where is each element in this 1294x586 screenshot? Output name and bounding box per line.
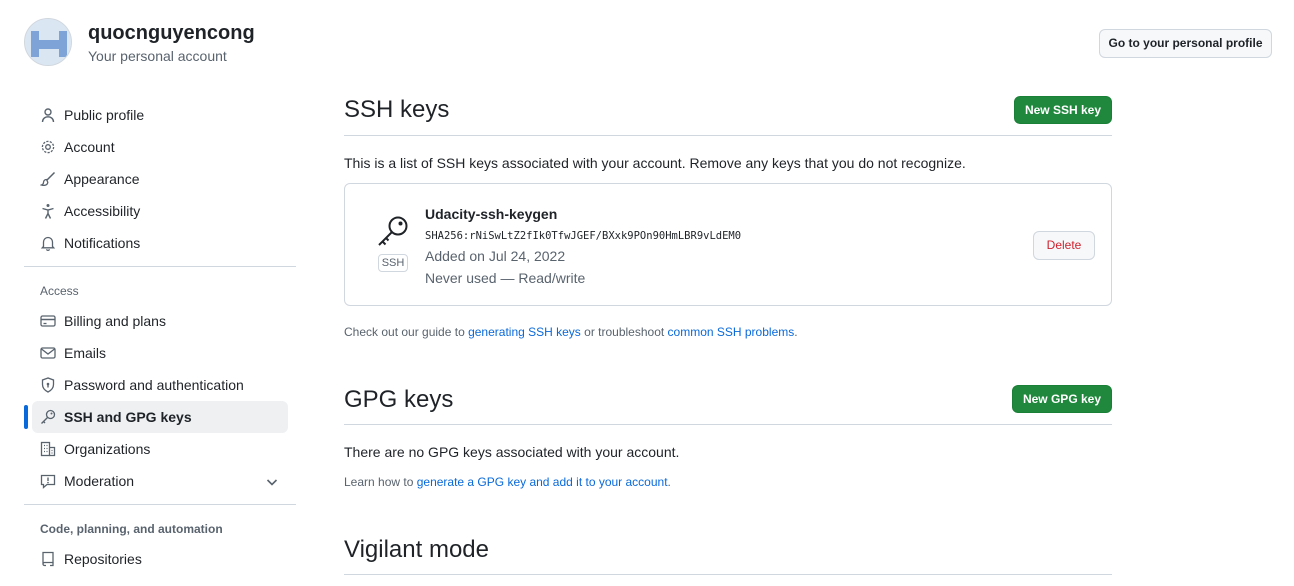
ssh-key-title: Udacity-ssh-keygen — [425, 206, 558, 222]
go-to-profile-button[interactable]: Go to your personal profile — [1099, 29, 1272, 58]
gear-icon — [40, 139, 56, 155]
sidebar-item-billing[interactable]: Billing and plans — [32, 305, 288, 337]
guide-suffix: . — [794, 325, 798, 339]
sidebar-item-label: Appearance — [64, 171, 140, 187]
generating-ssh-keys-link[interactable]: generating SSH keys — [468, 325, 581, 339]
guide-middle: or troubleshoot — [580, 325, 668, 339]
gpg-keys-heading: GPG keys — [344, 386, 454, 413]
ssh-description: This is a list of SSH keys associated wi… — [344, 155, 966, 171]
ssh-badge: SSH — [378, 254, 408, 272]
sidebar-item-label: Public profile — [64, 107, 145, 123]
sidebar-item-password-authentication[interactable]: Password and authentication — [32, 369, 288, 401]
ssh-guide-text: Check out our guide to generating SSH ke… — [344, 325, 798, 339]
ssh-key-added-date: Added on Jul 24, 2022 — [425, 248, 566, 264]
sidebar-item-organizations[interactable]: Organizations — [32, 433, 288, 465]
ssh-key-item: SSH Udacity-ssh-keygen SHA256:rNiSwLtZ2f… — [344, 183, 1112, 306]
sidebar-item-label: Notifications — [64, 235, 141, 251]
sidebar-item-label: SSH and GPG keys — [64, 409, 192, 425]
sidebar-item-label: Organizations — [64, 441, 151, 457]
chevron-down-icon[interactable] — [265, 475, 279, 489]
sidebar-item-account[interactable]: Account — [32, 131, 288, 163]
avatar[interactable] — [24, 18, 72, 66]
key-icon — [378, 216, 408, 246]
sidebar-item-label: Accessibility — [64, 203, 141, 219]
new-ssh-key-button[interactable]: New SSH key — [1014, 96, 1112, 124]
accessibility-icon — [40, 203, 56, 219]
paintbrush-icon — [40, 171, 56, 187]
gpg-empty-text: There are no GPG keys associated with yo… — [344, 444, 680, 460]
shield-lock-icon — [40, 377, 56, 393]
sidebar-item-notifications[interactable]: Notifications — [32, 227, 288, 259]
sidebar-item-label: Repositories — [64, 551, 142, 567]
delete-ssh-key-button[interactable]: Delete — [1033, 231, 1095, 260]
ssh-keys-heading: SSH keys — [344, 96, 450, 123]
key-icon — [40, 409, 56, 425]
generate-gpg-key-link[interactable]: generate a GPG key and add it to your ac… — [417, 475, 668, 489]
sidebar-item-label: Moderation — [64, 473, 135, 489]
account-username[interactable]: quocnguyencong — [88, 22, 255, 45]
new-gpg-key-button[interactable]: New GPG key — [1012, 385, 1112, 413]
active-indicator — [24, 405, 28, 429]
sidebar-item-accessibility[interactable]: Accessibility — [32, 195, 288, 227]
sidebar-item-label: Emails — [64, 345, 107, 361]
mail-icon — [40, 345, 56, 361]
sidebar-item-emails[interactable]: Emails — [32, 337, 288, 369]
credit-card-icon — [40, 313, 56, 329]
sidebar-item-label: Password and authentication — [64, 377, 244, 393]
guide-prefix: Check out our guide to — [344, 325, 469, 339]
section-divider — [344, 135, 1112, 136]
organization-icon — [40, 441, 56, 457]
sidebar-item-label: Billing and plans — [64, 313, 166, 329]
sidebar-item-appearance[interactable]: Appearance — [32, 163, 288, 195]
repo-icon — [40, 551, 56, 567]
sidebar-heading-code: Code, planning, and automation — [40, 522, 223, 536]
bell-icon — [40, 235, 56, 251]
vigilant-mode-heading: Vigilant mode — [344, 536, 489, 563]
common-ssh-problems-link[interactable]: common SSH problems — [668, 325, 795, 339]
sidebar-divider — [24, 504, 296, 505]
ssh-key-usage: Never used — Read/write — [425, 270, 586, 286]
sidebar-item-moderation[interactable]: Moderation — [32, 465, 288, 497]
account-subtitle: Your personal account — [88, 48, 227, 64]
sidebar-item-repositories[interactable]: Repositories — [32, 543, 288, 575]
section-divider — [344, 424, 1112, 425]
report-icon — [40, 473, 56, 489]
learn-suffix: . — [667, 475, 671, 489]
sidebar-item-public-profile[interactable]: Public profile — [32, 99, 288, 131]
sidebar-item-ssh-gpg-keys[interactable]: SSH and GPG keys — [32, 401, 288, 433]
person-icon — [40, 107, 56, 123]
sidebar-heading-access: Access — [40, 284, 79, 298]
learn-prefix: Learn how to — [344, 475, 417, 489]
ssh-key-fingerprint: SHA256:rNiSwLtZ2fIk0TfwJGEF/BXxk9POn90Hm… — [425, 230, 742, 242]
gpg-learn-text: Learn how to generate a GPG key and add … — [344, 475, 671, 489]
sidebar-item-label: Account — [64, 139, 115, 155]
sidebar-divider — [24, 266, 296, 267]
section-divider — [344, 574, 1112, 575]
